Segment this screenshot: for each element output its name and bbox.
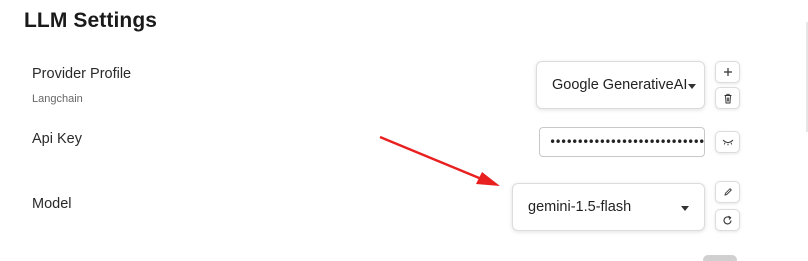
toggle-switch[interactable] [703,255,737,261]
annotation-arrow [379,135,500,186]
